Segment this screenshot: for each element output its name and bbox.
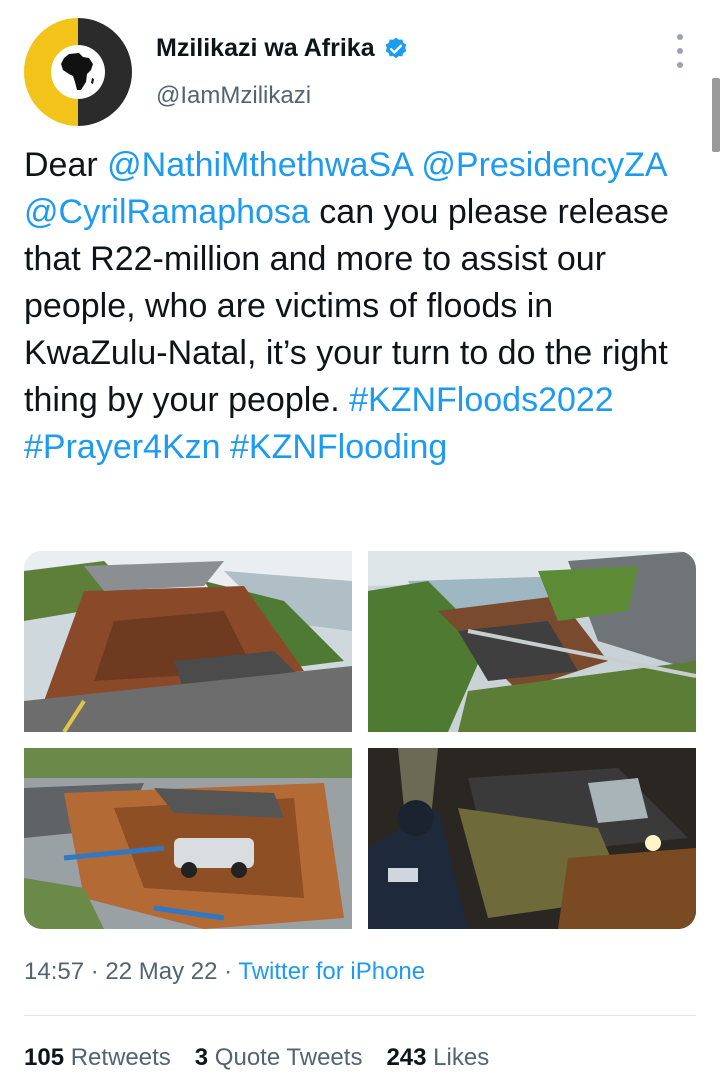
author-name[interactable]: Mzilikazi wa Afrika (156, 34, 409, 63)
meta-separator-2: · (217, 958, 239, 985)
photo-sinkhole-car[interactable] (24, 748, 352, 929)
tweet-time[interactable]: 14:57 (24, 958, 84, 985)
tweet-stats: 105 Retweets 3 Quote Tweets 243 Likes (24, 1044, 489, 1072)
tweet-text: Dear @NathiMthethwaSA @PresidencyZA @Cyr… (24, 142, 704, 471)
likes-label: Likes (433, 1044, 490, 1071)
retweets-label: Retweets (70, 1044, 171, 1071)
hashtag-prayer4kzn[interactable]: #Prayer4Kzn (24, 428, 221, 466)
retweets-count: 105 (24, 1044, 65, 1071)
scrollbar[interactable] (712, 78, 720, 152)
divider (24, 1015, 696, 1016)
hashtag-kznfloods2022[interactable]: #KZNFloods2022 (349, 381, 614, 419)
photo-collapsed-road[interactable] (24, 551, 352, 732)
photo-washed-road[interactable] (368, 551, 696, 732)
author-handle[interactable]: @IamMzilikazi (156, 82, 311, 110)
mention-cyril[interactable]: @CyrilRamaphosa (24, 193, 310, 231)
africa-map-icon (51, 45, 105, 99)
quote-tweets-stat[interactable]: 3 Quote Tweets (195, 1044, 363, 1072)
avatar[interactable] (24, 18, 132, 126)
hashtag-kznflooding[interactable]: #KZNFlooding (230, 428, 447, 466)
display-name-text: Mzilikazi wa Afrika (156, 34, 375, 62)
photo-flooded-car-night[interactable] (368, 748, 696, 929)
meta-separator: · (84, 958, 106, 985)
tweet-meta: 14:57 · 22 May 22 · Twitter for iPhone (24, 958, 425, 986)
tweet-date[interactable]: 22 May 22 (105, 958, 217, 985)
more-options-icon[interactable] (668, 34, 692, 68)
likes-stat[interactable]: 243 Likes (386, 1044, 489, 1072)
mention-presidency[interactable]: @PresidencyZA (421, 146, 665, 184)
tweet-header: Mzilikazi wa Afrika @IamMzilikazi (0, 0, 720, 152)
quotes-label: Quote Tweets (214, 1044, 363, 1071)
tweet-source[interactable]: Twitter for iPhone (238, 958, 425, 985)
likes-count: 243 (386, 1044, 427, 1071)
retweets-stat[interactable]: 105 Retweets (24, 1044, 171, 1072)
mention-nathi[interactable]: @NathiMthethwaSA (107, 146, 412, 184)
tweet-intro: Dear (24, 146, 108, 184)
verified-badge-icon (385, 37, 406, 58)
quotes-count: 3 (194, 1044, 209, 1071)
media-grid (24, 551, 696, 929)
